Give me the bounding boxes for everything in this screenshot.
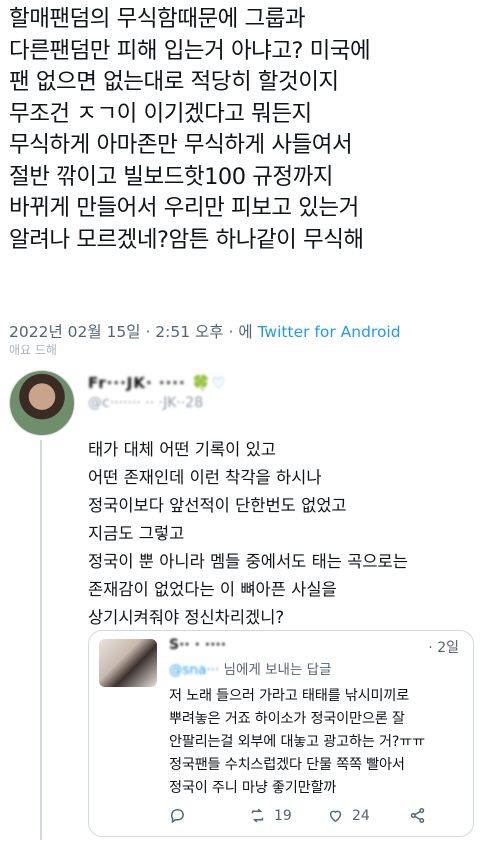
action-bar: 19 24 — [169, 807, 467, 829]
reply-line: 존재감이 없었다는 이 뼈아픈 사실을 — [88, 580, 337, 599]
tweet-meta: 2022년 02월 15일 · 2:51 오후 · 에 Twitter for … — [9, 320, 401, 342]
tweet-line: 알려나 모르겠네?암튼 하나같이 무식해 — [9, 226, 364, 253]
tweet-line: 할매팬덤의 무식함때문에 그룹과 — [9, 6, 306, 32]
reply-author-name[interactable]: Fr···JK· ···· 🍀♡ — [88, 374, 226, 392]
reply-line: 정국이보다 앞선적이 단한번도 없었고 — [88, 496, 347, 515]
reply-author-handle: @c······· ·· ·JK··28 — [88, 395, 204, 411]
reply-line: 태가 대체 어떤 기록이 있고 — [88, 440, 276, 459]
quote-author-name[interactable]: S·· · ···· — [169, 637, 226, 653]
share-icon — [410, 808, 425, 823]
avatar[interactable] — [99, 639, 157, 687]
reply-line: 정국이 뿐 아니라 멤들 중에서도 태는 곡으로는 — [88, 552, 408, 571]
tweet-date: 2022년 02월 15일 · 2:51 오후 · 에 — [9, 323, 258, 341]
retweet-count: 19 — [274, 807, 292, 824]
reply-line: 지금도 그렇고 — [88, 524, 185, 543]
tweet-line: 무식하게 아마존만 무식하게 사들여서 — [9, 132, 353, 158]
heart-icon — [329, 810, 342, 823]
avatar[interactable] — [9, 370, 75, 436]
reply-tweet[interactable]: Fr···JK· ···· 🍀♡ @c······· ·· ·JK··28 태가… — [0, 358, 480, 847]
retweet-icon — [251, 808, 264, 823]
reply-button[interactable] — [169, 807, 186, 824]
quote-text: 저 노래 들으러 가라고 태태를 낚시미끼로 뿌려놓은 거죠 하이소가 정국이만… — [169, 685, 467, 800]
tweet-line: 무조건 ㅈㄱ이 이기겠다고 뭐든지 — [9, 100, 312, 127]
tweet-line: 절반 깎이고 빌보드핫100 규정까지 — [9, 163, 334, 190]
quoted-reply-card[interactable]: S·· · ···· · 2일 @sna··· 님에게 보내는 답글 저 노래 … — [88, 630, 474, 837]
reply-line: 상기시켜줘야 정신차리겠니? — [88, 608, 285, 627]
reply-line: 어떤 존재인데 이런 착각을 하시나 — [88, 468, 322, 487]
quote-line: 저 노래 들으러 가라고 태태를 낚시미끼로 — [169, 688, 410, 704]
like-button[interactable]: 24 — [327, 807, 370, 824]
quote-time: · 2일 — [428, 640, 459, 656]
tweet-source-link[interactable]: Twitter for Android — [258, 323, 401, 341]
cut-off-text: 애요 드해 — [9, 343, 57, 357]
main-tweet-text: 할매팬덤의 무식함때문에 그룹과 다른팬덤만 피해 입는거 아냐고? 미국에 팬… — [9, 4, 475, 256]
quote-line: 안팔리는걸 외부에 대놓고 광고하는 거?ㅠㅠ — [169, 734, 425, 750]
tweet-line: 다른팬덤만 피해 입는거 아냐고? 미국에 — [9, 37, 371, 64]
reply-text: 태가 대체 어떤 기록이 있고 어떤 존재인데 이런 착각을 하시나 정국이보다… — [88, 436, 473, 632]
like-count: 24 — [352, 807, 370, 824]
retweet-button[interactable]: 19 — [249, 807, 292, 824]
comment-icon — [170, 809, 184, 824]
tweet-line: 바뀌게 만들어서 우리만 피보고 있는거 — [9, 195, 359, 221]
share-button[interactable] — [409, 807, 426, 824]
reply-to-label: @sna··· 님에게 보내는 답글 — [169, 662, 332, 678]
quote-line: 뿌려놓은 거죠 하이소가 정국이만으론 잘 — [169, 711, 405, 727]
tweet-line: 팬 없으면 없는대로 적당히 할것이지 — [9, 69, 339, 95]
mention-link[interactable]: @sna··· — [169, 662, 219, 678]
quote-line: 정국팬들 수치스럽겠다 단물 쪽쪽 빨아서 — [169, 757, 405, 773]
quote-line: 정국이 주니 마냥 좋기만할까 — [169, 780, 337, 796]
thread-line — [40, 440, 42, 840]
